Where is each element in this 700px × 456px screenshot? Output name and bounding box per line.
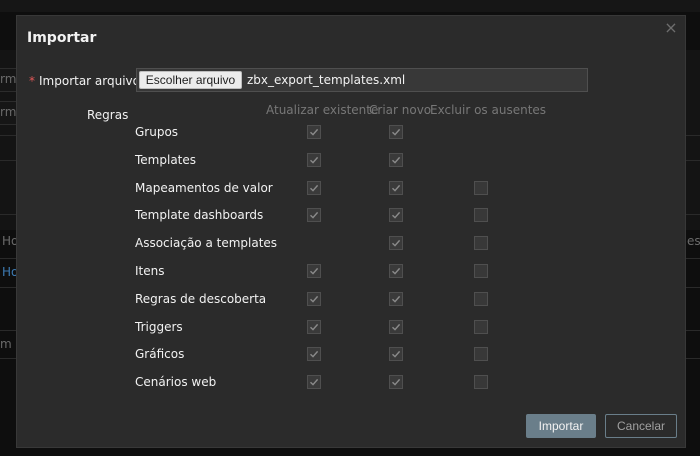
dialog-title: Importar: [27, 30, 97, 46]
rules-label: Regras: [87, 108, 129, 122]
column-header-create-new: Criar novo: [369, 103, 432, 117]
checkbox-create[interactable]: [389, 347, 403, 362]
import-dialog: Importar × * Importar arquivo Escolher ar…: [16, 15, 686, 448]
checkbox-delete[interactable]: [474, 180, 488, 195]
close-icon[interactable]: ×: [664, 20, 678, 36]
selected-file-name: zbx_export_templates.xml: [247, 73, 406, 87]
checkbox-update[interactable]: [307, 152, 321, 167]
checkbox-create[interactable]: [389, 152, 403, 167]
checkbox-create[interactable]: [389, 264, 403, 278]
checkbox-create[interactable]: [389, 180, 403, 195]
checkbox-delete[interactable]: [474, 347, 488, 362]
checkbox-delete[interactable]: [474, 291, 488, 306]
rule-name: Template dashboards: [135, 208, 264, 223]
required-mark: *: [29, 74, 35, 88]
rule-row: Itens: [135, 264, 595, 280]
rule-name: Grupos: [135, 125, 179, 139]
rule-row: Triggers: [135, 319, 595, 336]
checkbox-create[interactable]: [389, 236, 403, 251]
rule-row: Gráficos: [135, 347, 595, 363]
checkbox-create[interactable]: [389, 375, 403, 390]
checkbox-delete[interactable]: [474, 319, 488, 334]
background-text: es: [687, 234, 700, 248]
column-header-delete-missing: Excluir os ausentes: [430, 103, 547, 117]
checkbox-update[interactable]: [307, 125, 321, 139]
checkbox-delete[interactable]: [474, 208, 488, 223]
import-file-label-text: Importar arquivo: [39, 74, 141, 88]
checkbox-create[interactable]: [389, 291, 403, 306]
rule-row: Template dashboards: [135, 208, 595, 224]
checkbox-update[interactable]: [307, 264, 321, 278]
checkbox-update[interactable]: [307, 347, 321, 362]
rule-name: Regras de descoberta: [135, 291, 267, 306]
rule-name: Templates: [135, 152, 197, 167]
file-input[interactable]: Escolher arquivo zbx_export_templates.xm…: [136, 68, 588, 92]
checkbox-update[interactable]: [307, 208, 321, 223]
checkbox-update[interactable]: [307, 291, 321, 306]
checkbox-update[interactable]: [307, 319, 321, 334]
checkbox-create[interactable]: [389, 319, 403, 334]
column-header-update-existing: Atualizar existente: [266, 103, 379, 117]
rule-name: Cenários web: [135, 375, 217, 390]
import-file-label: * Importar arquivo: [29, 74, 140, 88]
rule-name: Mapeamentos de valor: [135, 180, 273, 195]
checkbox-update[interactable]: [307, 180, 321, 195]
rule-row: Grupos: [135, 125, 595, 141]
checkbox-delete[interactable]: [474, 375, 488, 390]
rule-row: Templates: [135, 152, 595, 169]
rule-name: Itens: [135, 264, 165, 278]
rule-name: Associação a templates: [135, 236, 278, 251]
cancel-button[interactable]: Cancelar: [605, 414, 677, 438]
rule-row: Regras de descoberta: [135, 291, 595, 308]
rule-name: Gráficos: [135, 347, 185, 362]
checkbox-update[interactable]: [307, 375, 321, 390]
rule-row: Associação a templates: [135, 236, 595, 252]
background-top-bar: [0, 0, 700, 12]
checkbox-delete[interactable]: [474, 264, 488, 278]
checkbox-create[interactable]: [389, 208, 403, 223]
rule-row: Mapeamentos de valor: [135, 180, 595, 197]
choose-file-button[interactable]: Escolher arquivo: [139, 71, 242, 89]
import-button[interactable]: Importar: [526, 414, 596, 438]
rule-row: Cenários web: [135, 375, 595, 391]
checkbox-create[interactable]: [389, 125, 403, 139]
checkbox-delete[interactable]: [474, 236, 488, 251]
rule-name: Triggers: [135, 319, 183, 334]
